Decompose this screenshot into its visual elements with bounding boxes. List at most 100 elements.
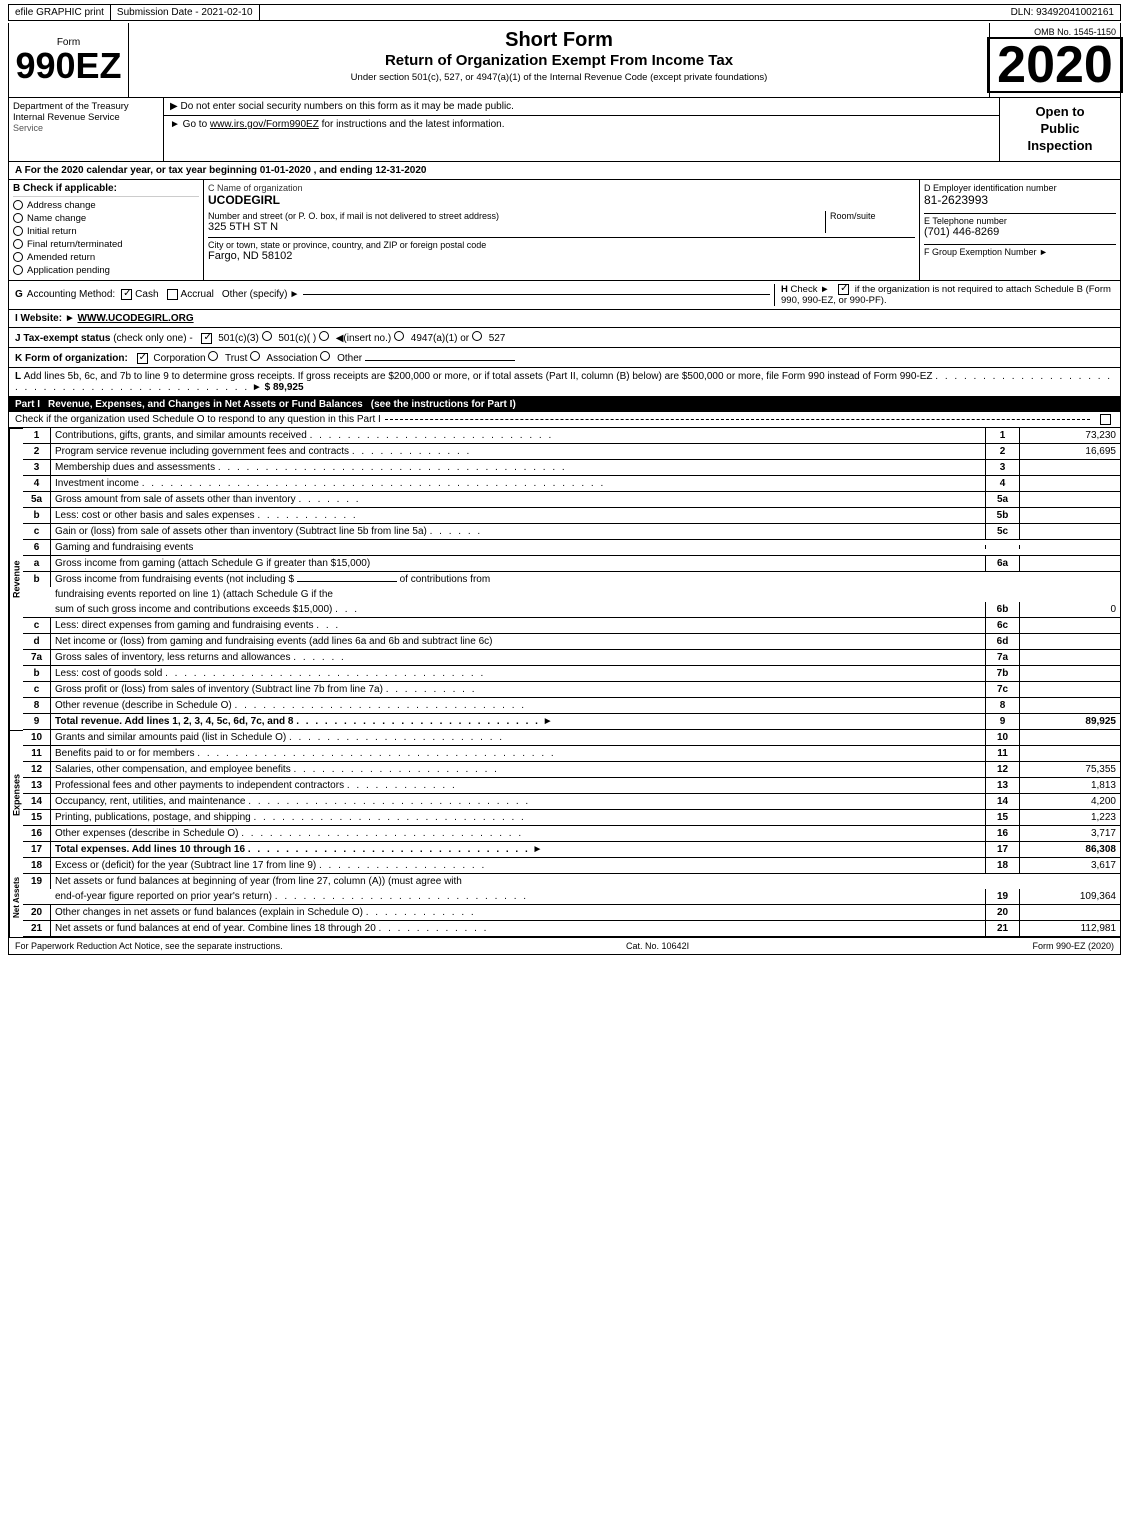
initial-return-radio[interactable] <box>13 226 23 236</box>
line-19-row: 19 Net assets or fund balances at beginn… <box>23 874 1120 905</box>
tax-note: (check only one) - <box>113 333 195 344</box>
line-6-desc: Gaming and fundraising events <box>51 540 985 555</box>
amended-return-radio[interactable] <box>13 252 23 262</box>
line-9-value: 89,925 <box>1020 714 1120 729</box>
line-6a-ref: 6a <box>985 556 1020 571</box>
dln: DLN: 93492041002161 <box>1005 5 1120 20</box>
open-title: Open to <box>1035 104 1084 121</box>
line-19-value: 109,364 <box>1020 889 1120 904</box>
application-pending-radio[interactable] <box>13 265 23 275</box>
4947-radio[interactable] <box>394 331 404 341</box>
schedule-o-checkbox[interactable] <box>1100 414 1111 425</box>
accrual-checkbox[interactable] <box>167 289 178 300</box>
line-9-desc: Total revenue. Add lines 1, 2, 3, 4, 5c,… <box>51 714 985 729</box>
line-10-row: 10 Grants and similar amounts paid (list… <box>23 730 1120 746</box>
subtitle: Under section 501(c), 527, or 4947(a)(1)… <box>133 72 985 83</box>
h-checkbox[interactable] <box>838 284 849 295</box>
page: efile GRAPHIC print Submission Date - 20… <box>0 0 1129 959</box>
line-18-desc: Excess or (deficit) for the year (Subtra… <box>51 858 985 873</box>
line-14-num: 14 <box>23 794 51 809</box>
line-7a-value <box>1020 655 1120 659</box>
line-7a-ref: 7a <box>985 650 1020 665</box>
line-13-num: 13 <box>23 778 51 793</box>
name-change-label: Name change <box>27 213 86 224</box>
other-label: Other (specify) <box>222 289 288 300</box>
address-change-radio[interactable] <box>13 200 23 210</box>
line-5a-row: 5a Gross amount from sale of assets othe… <box>23 492 1120 508</box>
trust-radio[interactable] <box>208 351 218 361</box>
line-7c-row: c Gross profit or (loss) from sales of i… <box>23 682 1120 698</box>
line-7c-num: c <box>23 682 51 697</box>
line-15-num: 15 <box>23 810 51 825</box>
accrual-label: Accrual <box>181 289 214 300</box>
name-change-radio[interactable] <box>13 213 23 223</box>
line-4-row: 4 Investment income . . . . . . . . . . … <box>23 476 1120 492</box>
final-return-item: Final return/terminated <box>13 238 199 251</box>
line-5c-desc: Gain or (loss) from sale of assets other… <box>51 524 985 539</box>
501c-radio[interactable] <box>262 331 272 341</box>
line-13-row: 13 Professional fees and other payments … <box>23 778 1120 794</box>
line-12-row: 12 Salaries, other compensation, and emp… <box>23 762 1120 778</box>
line-14-ref: 14 <box>985 794 1020 809</box>
open-to-public: Open to Public Inspection <box>1000 98 1120 161</box>
line-4-num: 4 <box>23 476 51 491</box>
line-9-num: 9 <box>23 714 51 729</box>
line-12-num: 12 <box>23 762 51 777</box>
c-col: C Name of organization UCODEGIRL Number … <box>204 180 920 280</box>
line-6b-value: 0 <box>1020 602 1120 617</box>
line-3-ref: 3 <box>985 460 1020 475</box>
section-a: A For the 2020 calendar year, or tax yea… <box>8 162 1121 180</box>
line-6c-ref: 6c <box>985 618 1020 633</box>
revenue-side-label: Revenue <box>9 428 23 730</box>
employer-id-value: 81-2623993 <box>924 193 1116 207</box>
line-16-row: 16 Other expenses (describe in Schedule … <box>23 826 1120 842</box>
application-pending-label: Application pending <box>27 265 110 276</box>
line-2-row: 2 Program service revenue including gove… <box>23 444 1120 460</box>
insert-radio[interactable] <box>319 331 329 341</box>
corporation-checkbox[interactable] <box>137 353 148 364</box>
501c3-checkbox[interactable] <box>201 333 212 344</box>
website-label: I Website: <box>15 313 62 324</box>
g-label: G <box>15 289 23 300</box>
line-4-desc: Investment income . . . . . . . . . . . … <box>51 476 985 491</box>
notice-link[interactable]: www.irs.gov/Form990EZ <box>210 119 319 130</box>
name-change-item: Name change <box>13 212 199 225</box>
cash-checkbox[interactable] <box>121 289 132 300</box>
group-label: F Group Exemption Number ► <box>924 247 1116 257</box>
schedule-o-text: Check if the organization used Schedule … <box>15 414 381 425</box>
line-1-value: 73,230 <box>1020 428 1120 443</box>
cash-label: Cash <box>135 289 158 300</box>
room-label: Room/suite <box>830 211 915 221</box>
line-6a-row: a Gross income from gaming (attach Sched… <box>23 556 1120 572</box>
527-radio[interactable] <box>472 331 482 341</box>
line-5c-ref: 5c <box>985 524 1020 539</box>
service: Service <box>13 123 159 133</box>
line-20-value <box>1020 910 1120 914</box>
line-5a-desc: Gross amount from sale of assets other t… <box>51 492 985 507</box>
corporation-label: Corporation <box>153 353 208 364</box>
line-5a-value <box>1020 497 1120 501</box>
street-label: Number and street (or P. O. box, if mail… <box>208 211 825 221</box>
line-15-desc: Printing, publications, postage, and shi… <box>51 810 985 825</box>
expenses-lines: 10 Grants and similar amounts paid (list… <box>23 730 1120 858</box>
net-assets-lines: 18 Excess or (deficit) for the year (Sub… <box>23 858 1120 937</box>
501c-label: 501(c)( ) <box>278 333 319 344</box>
line-8-num: 8 <box>23 698 51 713</box>
form-ref: Form 990-EZ (2020) <box>1032 941 1114 951</box>
phone-label: E Telephone number <box>924 216 1116 226</box>
part-i-label: Part I <box>15 399 40 410</box>
other-radio[interactable] <box>320 351 330 361</box>
line-7b-desc: Less: cost of goods sold . . . . . . . .… <box>51 666 985 681</box>
line-18-row: 18 Excess or (deficit) for the year (Sub… <box>23 858 1120 874</box>
line-6b-desc2: fundraising events reported on line 1) (… <box>51 587 1120 602</box>
line-16-value: 3,717 <box>1020 826 1120 841</box>
net-assets-side-label: Net Assets <box>9 858 23 937</box>
footer: For Paperwork Reduction Act Notice, see … <box>8 938 1121 955</box>
final-return-radio[interactable] <box>13 239 23 249</box>
line-19-ref: 19 <box>985 889 1020 904</box>
line-8-row: 8 Other revenue (describe in Schedule O)… <box>23 698 1120 714</box>
association-radio[interactable] <box>250 351 260 361</box>
website-url[interactable]: WWW.UCODEGIRL.ORG <box>78 313 194 324</box>
line-13-ref: 13 <box>985 778 1020 793</box>
return-title: Return of Organization Exempt From Incom… <box>133 52 985 69</box>
